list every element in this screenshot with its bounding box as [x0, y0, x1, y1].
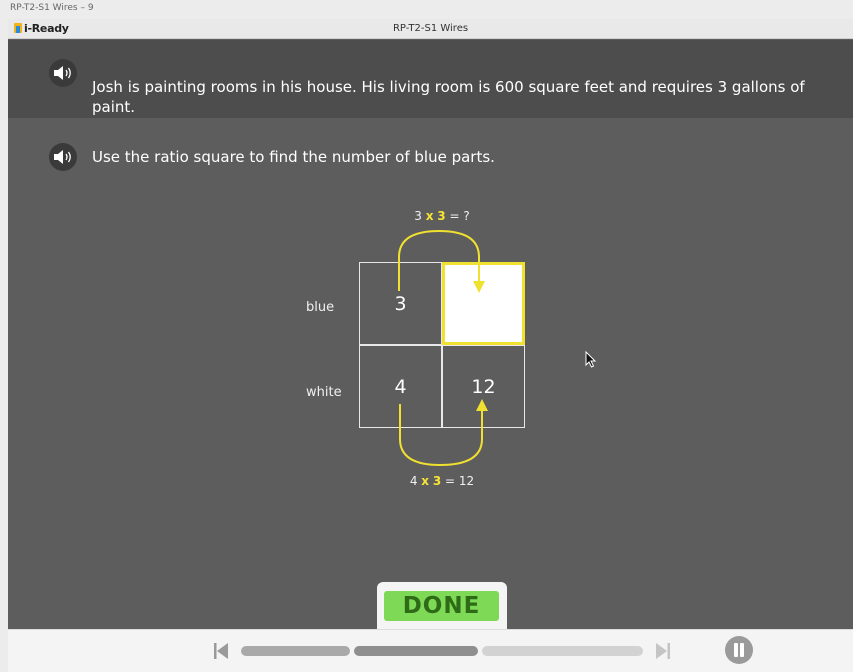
- done-button[interactable]: DONE: [384, 591, 499, 621]
- top-arrow: [398, 229, 480, 291]
- multiply-arrows: [398, 229, 488, 467]
- ratio-square: 3 x 3 = ? 4 x 3 = 12 blue white 3 4 12: [8, 19, 853, 672]
- bottom-arrowhead-icon: [476, 399, 488, 411]
- mouse-cursor-icon: [585, 351, 597, 368]
- skip-back-icon[interactable]: [211, 641, 231, 661]
- progress-segment-3[interactable]: [482, 646, 643, 656]
- pause-button[interactable]: [725, 636, 753, 664]
- skip-forward-icon[interactable]: [653, 641, 673, 661]
- done-button-tab: DONE: [377, 582, 507, 630]
- window-title: RP-T2-S1 Wires – 9: [10, 3, 94, 13]
- app-frame: i-Ready RP-T2-S1 Wires Josh is painting …: [8, 19, 853, 672]
- progress-segment-1[interactable]: [241, 646, 350, 656]
- progress-segment-2[interactable]: [354, 646, 478, 656]
- top-arrowhead-icon: [473, 281, 485, 293]
- player-bar: [8, 629, 853, 672]
- bottom-arrow: [399, 404, 483, 467]
